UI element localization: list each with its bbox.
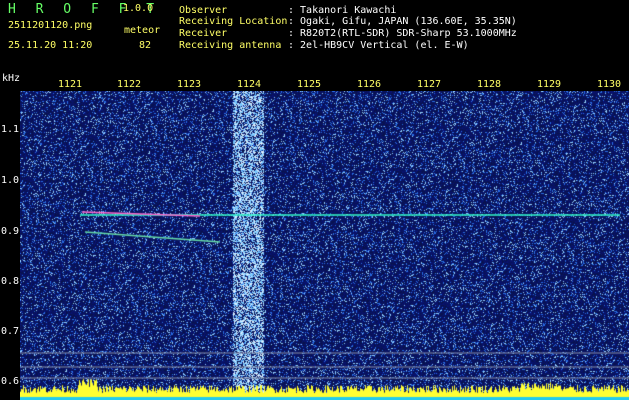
y-label: 0.6 <box>1 376 20 387</box>
info-key-location: Receiving Location <box>179 16 288 27</box>
app-version: 1.0.0 <box>123 3 154 14</box>
time-label: 1124 <box>237 79 262 90</box>
meteor-count: 82 <box>139 40 152 51</box>
y-label: 0.9 <box>1 226 20 237</box>
info-value-observer: : Takanori Kawachi <box>288 5 397 16</box>
spectrogram <box>20 91 629 400</box>
info-key-receiver: Receiver <box>179 28 228 39</box>
time-label: 1121 <box>58 79 83 90</box>
time-label: 1130 <box>597 79 622 90</box>
y-label: 1.1 <box>1 124 20 135</box>
time-label: 1122 <box>117 79 142 90</box>
info-value-location: : Ogaki, Gifu, JAPAN (136.60E, 35.35N) <box>288 16 517 27</box>
time-label: 1129 <box>537 79 562 90</box>
time-label: 1128 <box>477 79 502 90</box>
info-key-observer: Observer <box>179 5 228 16</box>
time-label: 1123 <box>177 79 202 90</box>
info-key-antenna: Receiving antenna <box>179 40 282 51</box>
info-value-antenna: : 2el-HB9CV Vertical (el. E-W) <box>288 40 469 51</box>
image-filename: 2511201120.png <box>8 20 93 31</box>
y-axis-unit: kHz <box>2 73 21 84</box>
info-value-receiver: : R820T2(RTL-SDR) SDR-Sharp 53.1000MHz <box>288 28 517 39</box>
y-label: 0.7 <box>1 326 20 337</box>
time-label: 1127 <box>417 79 442 90</box>
time-label: 1125 <box>297 79 322 90</box>
observation-mode: meteor <box>124 25 161 36</box>
time-label: 1126 <box>357 79 382 90</box>
y-label: 1.0 <box>1 175 20 186</box>
y-label: 0.8 <box>1 276 20 287</box>
observation-datetime: 25.11.20 11:20 <box>8 40 93 51</box>
hrofft-window: H R O F F T 1.0.0 2511201120.png meteor … <box>0 0 629 400</box>
